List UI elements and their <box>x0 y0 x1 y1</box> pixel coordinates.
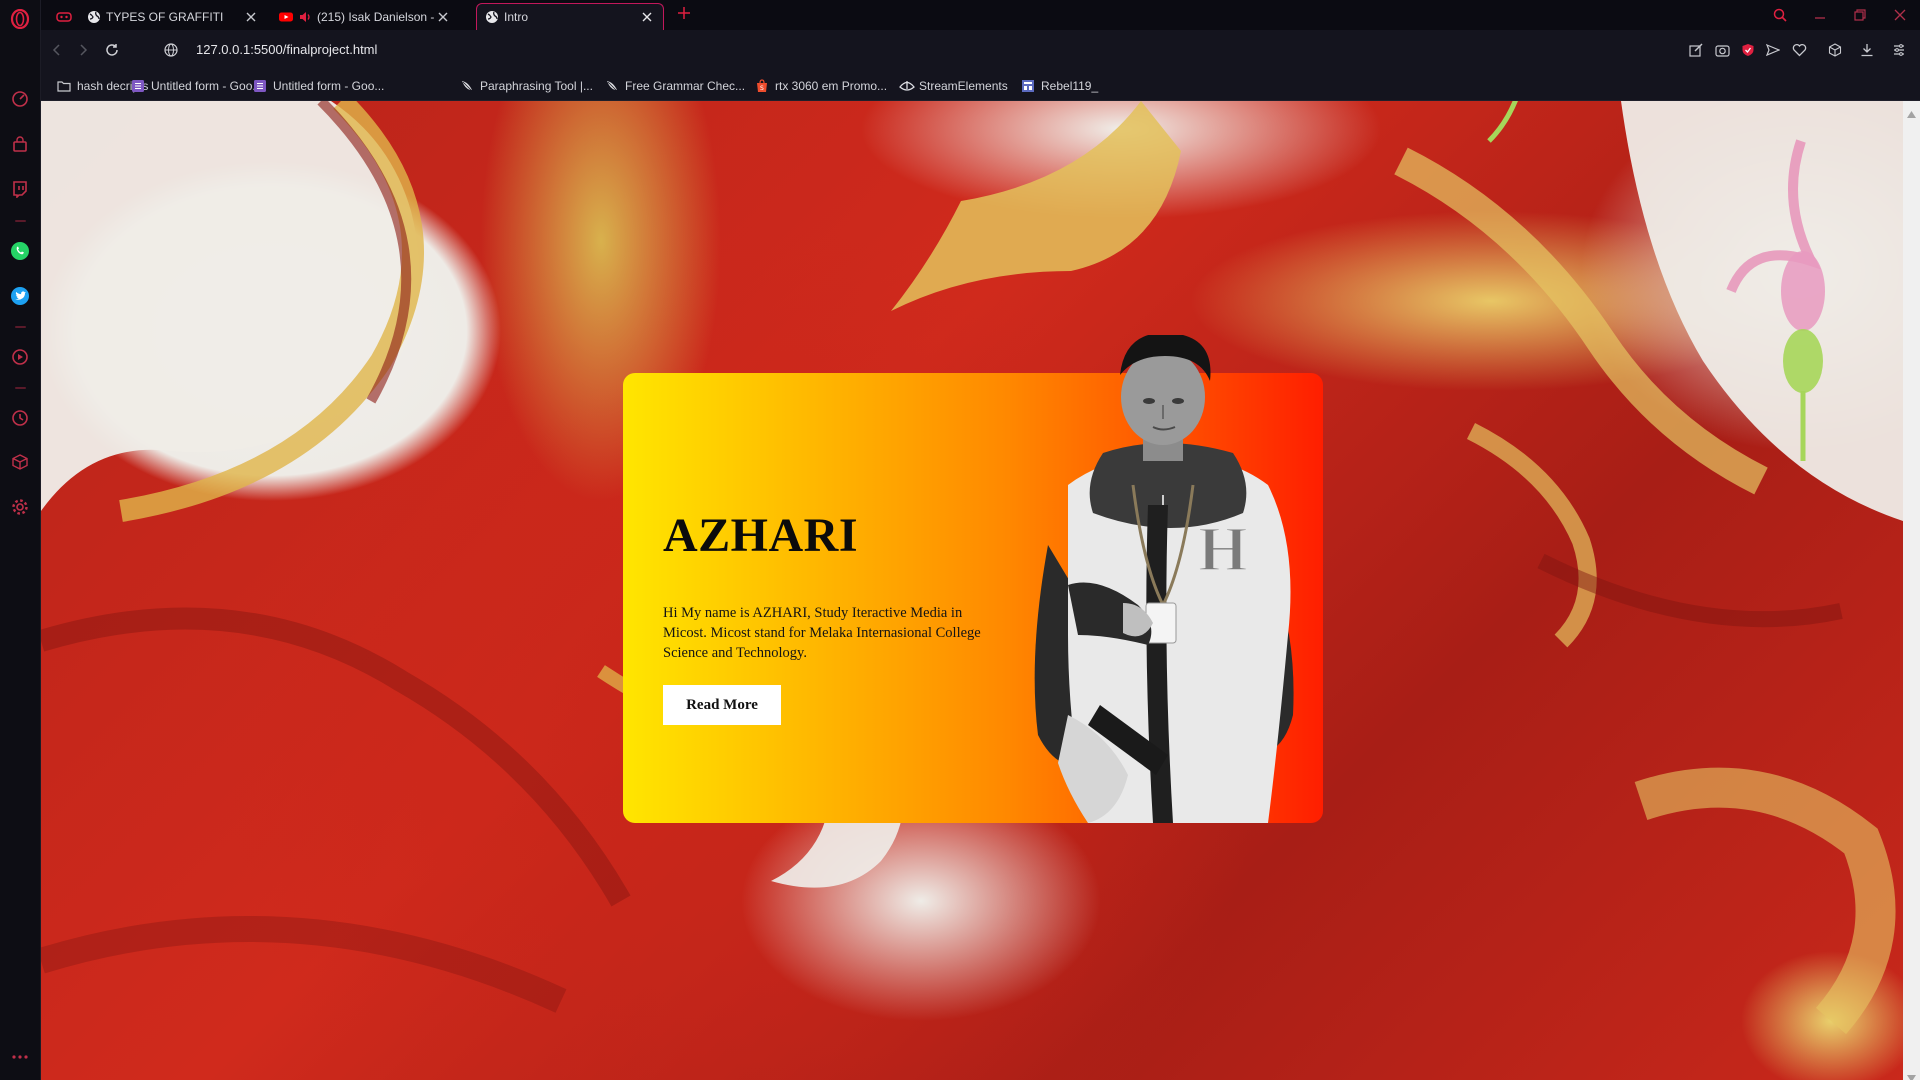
bookmark-label: Untitled form - Goo... <box>151 79 263 93</box>
streamelements-icon <box>899 79 915 93</box>
tab-close-icon[interactable] <box>243 9 259 25</box>
bookmark-item[interactable]: Rebel119_ <box>1021 78 1098 94</box>
tab-title: (215) Isak Danielson - P <box>317 9 435 24</box>
vertical-scrollbar[interactable] <box>1903 101 1920 1080</box>
feather-icon <box>605 79 619 93</box>
card-title: AZHARI <box>663 509 859 562</box>
shopping-bag-icon[interactable] <box>9 134 31 156</box>
bookmark-item[interactable]: S rtx 3060 em Promo... <box>755 78 887 94</box>
bookmark-label: rtx 3060 em Promo... <box>775 79 888 93</box>
bookmark-label: StreamElements <box>919 79 1008 93</box>
opera-sidebar <box>0 0 41 1080</box>
profile-photo: H <box>1034 335 1294 823</box>
history-icon[interactable] <box>9 407 31 429</box>
opera-logo-icon[interactable] <box>9 8 31 30</box>
tab-title: Intro <box>504 10 529 24</box>
tab-strip: TYPES OF GRAFFITI (215) Isak Danielson -… <box>41 0 1920 30</box>
tab-close-icon[interactable] <box>435 9 451 25</box>
svg-text:S: S <box>760 85 764 92</box>
globe-icon <box>485 10 499 24</box>
tab-youtube[interactable]: (215) Isak Danielson - P <box>271 3 459 30</box>
youtube-icon <box>279 10 293 24</box>
forms-icon <box>131 79 145 93</box>
bookmarks-bar: hash decripts Untitled form - Goo... Unt… <box>41 70 1920 101</box>
extensions-cube-icon[interactable] <box>1825 40 1845 60</box>
sidebar-separator <box>15 326 26 328</box>
player-icon[interactable] <box>9 346 31 368</box>
scroll-up-arrow-icon[interactable] <box>1907 105 1916 118</box>
snapshot-camera-icon[interactable] <box>1712 40 1732 60</box>
close-window-icon[interactable] <box>1890 5 1910 25</box>
tab-islands-icon[interactable] <box>51 3 75 30</box>
reload-icon[interactable] <box>102 40 122 60</box>
bookmark-item[interactable]: Free Grammar Chec... <box>605 78 745 94</box>
twitch-icon[interactable] <box>9 178 31 200</box>
bookmark-label: Untitled form - Goo... <box>273 79 385 93</box>
address-url[interactable]: 127.0.0.1:5500/finalproject.html <box>196 42 377 57</box>
back-icon[interactable] <box>47 40 67 60</box>
sidebar-separator <box>15 220 26 222</box>
bookmark-item[interactable]: Paraphrasing Tool |... <box>460 78 593 94</box>
read-more-button[interactable]: Read More <box>663 685 781 725</box>
bookmark-label: Free Grammar Chec... <box>625 79 746 93</box>
more-dots-icon[interactable] <box>9 1046 31 1068</box>
twitter-icon[interactable] <box>9 285 31 307</box>
whatsapp-icon[interactable] <box>9 240 31 262</box>
send-flow-icon[interactable] <box>1763 40 1783 60</box>
scroll-down-arrow-icon[interactable] <box>1907 1069 1916 1080</box>
minimize-icon[interactable] <box>1810 5 1830 25</box>
feather-icon <box>460 79 474 93</box>
adblock-shield-icon[interactable] <box>1738 40 1758 60</box>
card-description: Hi My name is AZHARI, Study Iteractive M… <box>663 605 981 661</box>
sidebar-separator <box>15 387 26 389</box>
bookmark-label: Rebel119_ <box>1041 79 1099 93</box>
shopee-icon: S <box>755 79 769 93</box>
page-viewport: AZHARI Hi My name is AZHARI, Study Itera… <box>41 101 1903 1080</box>
address-toolbar: 127.0.0.1:5500/finalproject.html <box>41 30 1920 70</box>
tab-intro[interactable]: Intro <box>476 3 664 30</box>
extensions-cube-icon[interactable] <box>9 451 31 473</box>
new-tab-plus-icon[interactable] <box>677 6 695 24</box>
settings-gear-icon[interactable] <box>9 496 31 518</box>
tab-close-icon[interactable] <box>639 9 655 25</box>
tab-title: TYPES OF GRAFFITI <box>106 9 224 24</box>
folder-icon <box>57 79 71 93</box>
speaker-audio-icon[interactable] <box>298 10 312 24</box>
bookmark-item[interactable]: Untitled form - Goo... <box>253 78 384 94</box>
page-icon <box>1021 79 1035 93</box>
restore-icon[interactable] <box>1850 5 1870 25</box>
forms-icon <box>253 79 267 93</box>
speed-dial-icon[interactable] <box>9 88 31 110</box>
site-info-globe-icon[interactable] <box>161 40 181 60</box>
tab-types-of-graffiti[interactable]: TYPES OF GRAFFITI <box>79 3 267 30</box>
shirt-letter: H <box>1198 513 1248 584</box>
forward-icon[interactable] <box>73 40 93 60</box>
edit-page-icon[interactable] <box>1686 40 1706 60</box>
easy-setup-menu-icon[interactable] <box>1889 40 1909 60</box>
bookmark-item[interactable]: StreamElements <box>899 78 1008 94</box>
bookmark-label: Paraphrasing Tool |... <box>480 79 593 93</box>
search-tabs-icon[interactable] <box>1770 5 1790 25</box>
download-icon[interactable] <box>1857 40 1877 60</box>
bookmark-item[interactable]: Untitled form - Goo... <box>131 78 262 94</box>
intro-card: AZHARI Hi My name is AZHARI, Study Itera… <box>623 335 1323 823</box>
bookmark-heart-icon[interactable] <box>1789 40 1809 60</box>
globe-icon <box>87 10 101 24</box>
